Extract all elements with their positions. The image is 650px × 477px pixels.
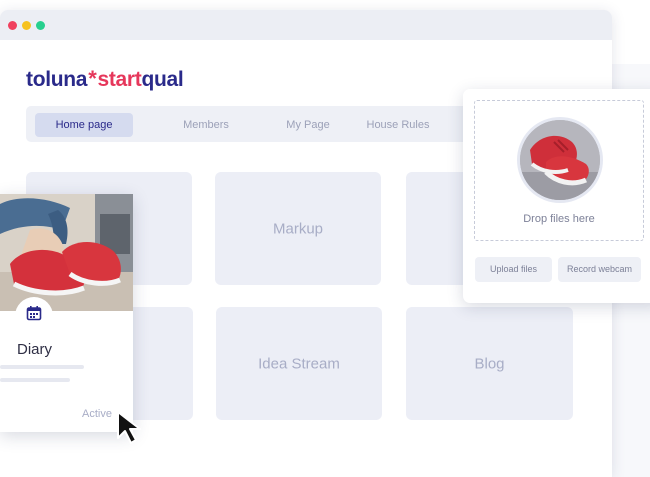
minimize-window-dot[interactable] [22,21,31,30]
logo-text-toluna: toluna [26,68,88,91]
blog-card[interactable]: Blog [406,307,573,420]
nav-tab-home-page[interactable]: Home page [35,113,133,137]
logo-text-qual: qual [141,68,184,91]
placeholder-bar [0,365,84,369]
window-titlebar [0,10,612,40]
file-upload-panel: Drop files here Upload files Record webc… [463,89,650,303]
nav-tab-members[interactable]: Members [176,113,236,137]
diary-card[interactable]: Diary Active [0,194,133,432]
markup-card-label: Markup [272,220,324,237]
calendar-icon [26,306,42,321]
status-text: Active [82,408,112,420]
nav-tab-house-rules[interactable]: House Rules [362,113,434,137]
maximize-window-dot[interactable] [36,21,45,30]
markup-card[interactable]: Markup [215,172,381,285]
placeholder-bar [0,378,70,382]
record-webcam-button[interactable]: Record webcam [558,257,641,282]
logo-star-icon: * [88,66,97,91]
diary-title: Diary [17,341,53,358]
drop-files-text: Drop files here [523,213,595,225]
sneaker-photo [0,194,133,311]
idea-stream-card[interactable]: Idea Stream [216,307,382,420]
mouse-pointer-icon [117,411,141,444]
file-dropzone[interactable]: Drop files here [474,100,644,241]
shoe-preview-image [517,117,603,203]
nav-tab-my-page[interactable]: My Page [278,113,338,137]
close-window-dot[interactable] [8,21,17,30]
idea-stream-card-label: Idea Stream [258,355,340,372]
logo-text-start: start [97,68,142,91]
brand-logo: toluna*startqual [26,66,184,92]
blog-card-label: Blog [474,355,505,372]
upload-files-button[interactable]: Upload files [475,257,552,282]
